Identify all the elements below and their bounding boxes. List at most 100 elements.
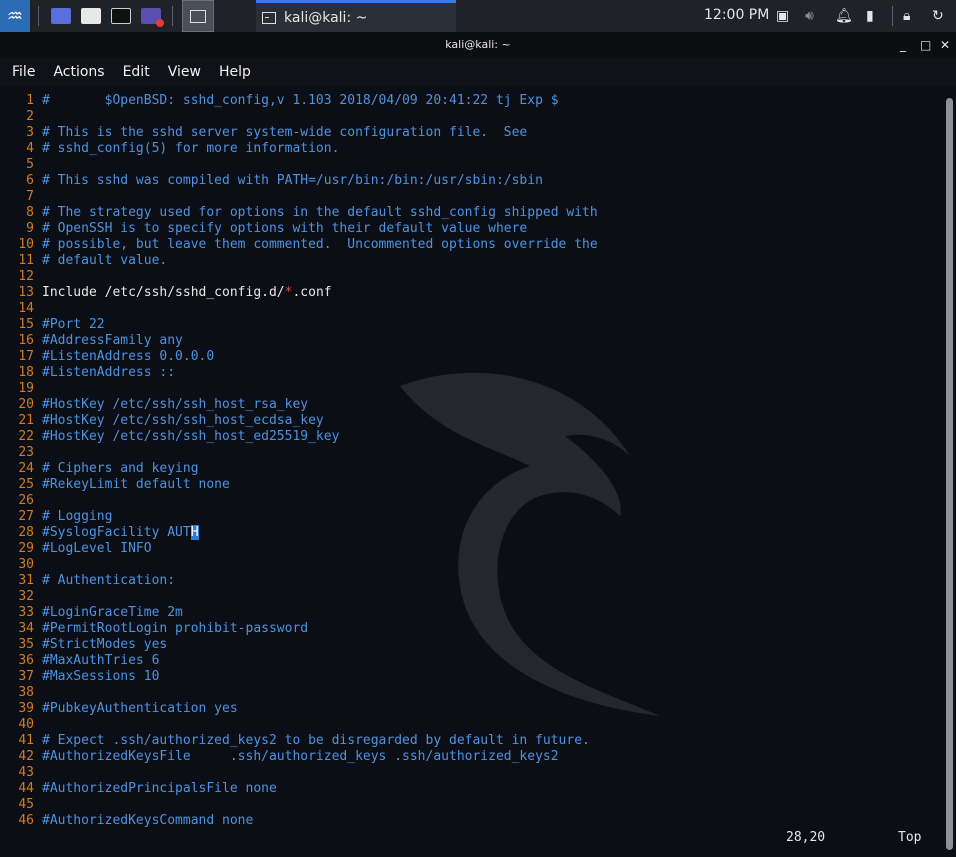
line-number: 35 — [18, 637, 34, 652]
editor-line: 19 — [0, 381, 598, 397]
editor-line: 28 #SyslogFacility AUTH — [0, 525, 598, 541]
menu-actions[interactable]: Actions — [53, 64, 104, 80]
editor-line: 30 — [0, 557, 598, 573]
terminal-icon — [262, 11, 276, 24]
line-text: #Port 22 — [42, 317, 105, 332]
editor-line: 18 #ListenAddress :: — [0, 365, 598, 381]
workspace-1-button[interactable] — [182, 0, 214, 32]
maximize-button[interactable]: □ — [920, 32, 931, 58]
window-titlebar[interactable]: kali@kali: ~ _ □ ✕ — [0, 32, 956, 58]
line-text: # The strategy used for options in the d… — [42, 205, 598, 220]
clock[interactable]: 12:00 PM — [704, 7, 769, 23]
line-number: 9 — [26, 221, 34, 236]
minimize-button[interactable]: _ — [900, 32, 906, 58]
line-text: # sshd_config(5) for more information. — [42, 141, 340, 156]
line-number: 18 — [18, 365, 34, 380]
editor-line: 9 # OpenSSH is to specify options with th… — [0, 221, 598, 237]
menu-help[interactable]: Help — [219, 64, 251, 80]
editor-line: 26 — [0, 493, 598, 509]
line-number: 13 — [18, 285, 34, 300]
line-number: 11 — [18, 253, 34, 268]
line-number: 4 — [26, 141, 34, 156]
window-title: kali@kali: ~ — [445, 38, 511, 51]
terminal-editor[interactable]: 1 # $OpenBSD: sshd_config,v 1.103 2018/04… — [0, 86, 944, 857]
editor-line: 6 # This sshd was compiled with PATH=/usr… — [0, 173, 598, 189]
top-panel: ♒ kali@kali: ~ 12:00 PM ▣ 🔊︎ 🔔︎ ▮ 🔒︎ ↻ — [0, 0, 956, 32]
line-number: 6 — [26, 173, 34, 188]
lock-screen-icon[interactable]: 🔒︎ — [903, 8, 910, 24]
line-text: # $OpenBSD: sshd_config,v 1.103 2018/04/… — [42, 93, 559, 108]
line-number: 28 — [18, 525, 34, 540]
close-button[interactable]: ✕ — [940, 32, 950, 58]
line-text: #HostKey /etc/ssh/ssh_host_ed25519_key — [42, 429, 340, 444]
scrollbar-thumb[interactable] — [946, 98, 953, 850]
line-number: 38 — [18, 685, 34, 700]
editor-line: 16 #AddressFamily any — [0, 333, 598, 349]
menu-bar: File Actions Edit View Help — [0, 58, 956, 86]
line-number: 40 — [18, 717, 34, 732]
kali-dragon-icon: ♒ — [6, 5, 24, 27]
show-desktop-button[interactable] — [48, 0, 74, 32]
editor-line: 37 #MaxSessions 10 — [0, 669, 598, 685]
kali-menu-button[interactable]: ♒ — [0, 0, 30, 32]
line-text: #MaxAuthTries 6 — [42, 653, 160, 668]
line-text: #PubkeyAuthentication yes — [42, 701, 238, 716]
line-number: 15 — [18, 317, 34, 332]
line-number: 31 — [18, 573, 34, 588]
cursor-position: 28,20 — [786, 830, 826, 845]
logout-icon[interactable]: ↻ — [932, 8, 944, 24]
editor-line: 27 # Logging — [0, 509, 598, 525]
line-number: 45 — [18, 797, 34, 812]
line-number: 17 — [18, 349, 34, 364]
taskbar-item-terminal[interactable]: kali@kali: ~ — [256, 0, 456, 32]
line-number: 24 — [18, 461, 34, 476]
line-text: #LoginGraceTime 2m — [42, 605, 183, 620]
terminal-launcher-button[interactable] — [108, 0, 134, 32]
editor-line: 41 # Expect .ssh/authorized_keys2 to be d… — [0, 733, 598, 749]
taskbar-item-label: kali@kali: ~ — [284, 9, 368, 26]
line-text: # Authentication: — [42, 573, 176, 588]
line-number: 32 — [18, 589, 34, 604]
line-text: # This sshd was compiled with PATH=/usr/… — [42, 173, 543, 188]
file-lines: 1 # $OpenBSD: sshd_config,v 1.103 2018/04… — [0, 93, 598, 829]
line-text: #StrictModes yes — [42, 637, 168, 652]
file-manager-button[interactable] — [78, 0, 104, 32]
line-text: # Ciphers and keying — [42, 461, 199, 476]
line-text: #HostKey /etc/ssh/ssh_host_rsa_key — [42, 397, 309, 412]
menu-file[interactable]: File — [12, 64, 35, 80]
folder-icon — [81, 8, 101, 24]
workspace-window-icon — [190, 9, 206, 23]
desktop-icon — [51, 8, 71, 24]
line-number: 10 — [18, 237, 34, 252]
editor-line: 34 #PermitRootLogin prohibit-password — [0, 621, 598, 637]
editor-line: 1 # $OpenBSD: sshd_config,v 1.103 2018/04… — [0, 93, 598, 109]
editor-line: 36 #MaxAuthTries 6 — [0, 653, 598, 669]
line-number: 23 — [18, 445, 34, 460]
line-text: #ListenAddress :: — [42, 365, 176, 380]
menu-view[interactable]: View — [168, 64, 201, 80]
line-number: 39 — [18, 701, 34, 716]
display-icon[interactable]: ▣ — [776, 8, 789, 24]
screen-recorder-button[interactable] — [138, 0, 164, 32]
screen-recorder-icon — [141, 8, 164, 27]
line-number: 43 — [18, 765, 34, 780]
battery-icon[interactable]: ▮ — [866, 8, 874, 24]
line-text: Include /etc/ssh/sshd_config.d/ — [42, 285, 285, 300]
line-text: #SyslogFacility AUT — [42, 525, 191, 540]
text-cursor: H — [190, 525, 199, 540]
notifications-bell-icon[interactable]: 🔔︎ — [835, 8, 853, 24]
line-text: # OpenSSH is to specify options with the… — [42, 221, 528, 236]
menu-edit[interactable]: Edit — [123, 64, 150, 80]
volume-icon[interactable]: 🔊︎ — [805, 8, 814, 24]
line-number: 29 — [18, 541, 34, 556]
editor-line: 11 # default value. — [0, 253, 598, 269]
vertical-scrollbar[interactable] — [944, 86, 956, 857]
panel-separator — [892, 6, 893, 26]
scroll-position: Top — [898, 830, 922, 845]
line-number: 44 — [18, 781, 34, 796]
line-number: 20 — [18, 397, 34, 412]
line-number: 34 — [18, 621, 34, 636]
line-number: 16 — [18, 333, 34, 348]
editor-line: 10 # possible, but leave them commented. … — [0, 237, 597, 253]
line-number: 2 — [26, 109, 34, 124]
